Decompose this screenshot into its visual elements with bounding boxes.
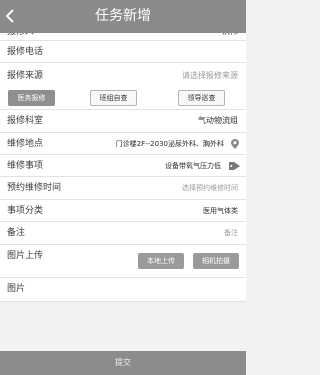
department-row[interactable]: 报修科室 气动物流组 (0, 110, 246, 133)
remarks-row[interactable]: 备注 备注 (0, 222, 246, 245)
page-title: 任务新增 (95, 8, 151, 24)
source-row: 报修来源 请选择报修来源 医务报修 班组自查 领导巡查 (0, 63, 246, 110)
scheduled-time-placeholder[interactable]: 选择预约维修时间 (182, 177, 238, 199)
header-bar: 任务新增 (0, 0, 246, 33)
remarks-input[interactable]: 备注 (224, 222, 238, 244)
reporter-phone-row[interactable]: 报修电话 (0, 41, 246, 63)
source-label: 报修来源 (7, 71, 44, 81)
location-label: 维修地点 (7, 139, 44, 149)
reporter-value: 洪伟 (222, 33, 238, 40)
scheduled-time-label: 预约维修时间 (7, 183, 62, 193)
location-pin-icon[interactable] (231, 139, 239, 149)
task-form: 报修人 洪伟 报修电话 报修来源 请选择报修来源 医务报修 班组自查 领导巡查 … (0, 33, 246, 302)
department-label: 报修科室 (7, 116, 44, 126)
source-option-team-check[interactable]: 班组自查 (90, 90, 137, 106)
repair-item-value: 设备带氧气压力低 (165, 162, 221, 170)
source-option-leader-patrol[interactable]: 领导巡查 (178, 90, 225, 106)
department-value: 气动物流组 (198, 116, 238, 125)
source-placeholder[interactable]: 请选择报修来源 (182, 65, 238, 87)
reporter-label: 报修人 (7, 33, 34, 40)
location-value: 门诊楼2F--2030泌尿外科、胸外科 (115, 140, 224, 148)
repair-item-label: 维修事项 (7, 161, 44, 171)
category-value: 医用气体类 (203, 207, 238, 215)
location-row[interactable]: 维修地点 门诊楼2F--2030泌尿外科、胸外科 (0, 133, 246, 155)
tag-icon[interactable] (229, 161, 240, 171)
submit-button[interactable]: 提交 (0, 351, 246, 375)
camera-capture-button[interactable]: 相机拍摄 (193, 253, 239, 269)
remarks-label: 备注 (7, 228, 26, 238)
images-label: 图片 (7, 284, 26, 294)
reporter-row[interactable]: 报修人 洪伟 (0, 33, 246, 41)
image-upload-row: 图片上传 本地上传 相机拍摄 (0, 245, 246, 278)
images-row: 图片 (0, 278, 246, 302)
reporter-phone-label: 报修电话 (7, 47, 44, 57)
local-upload-button[interactable]: 本地上传 (138, 253, 184, 269)
category-label: 事项分类 (7, 206, 44, 216)
category-row[interactable]: 事项分类 医用气体类 (0, 200, 246, 222)
repair-item-row[interactable]: 维修事项 设备带氧气压力低 (0, 155, 246, 177)
image-upload-label: 图片上传 (7, 251, 44, 261)
scheduled-time-row[interactable]: 预约维修时间 选择预约维修时间 (0, 177, 246, 200)
source-option-medical[interactable]: 医务报修 (8, 90, 55, 106)
task-add-screen: 任务新增 报修人 洪伟 报修电话 报修来源 请选择报修来源 医务报修 班组自查 … (0, 0, 246, 375)
submit-label: 提交 (115, 358, 131, 367)
